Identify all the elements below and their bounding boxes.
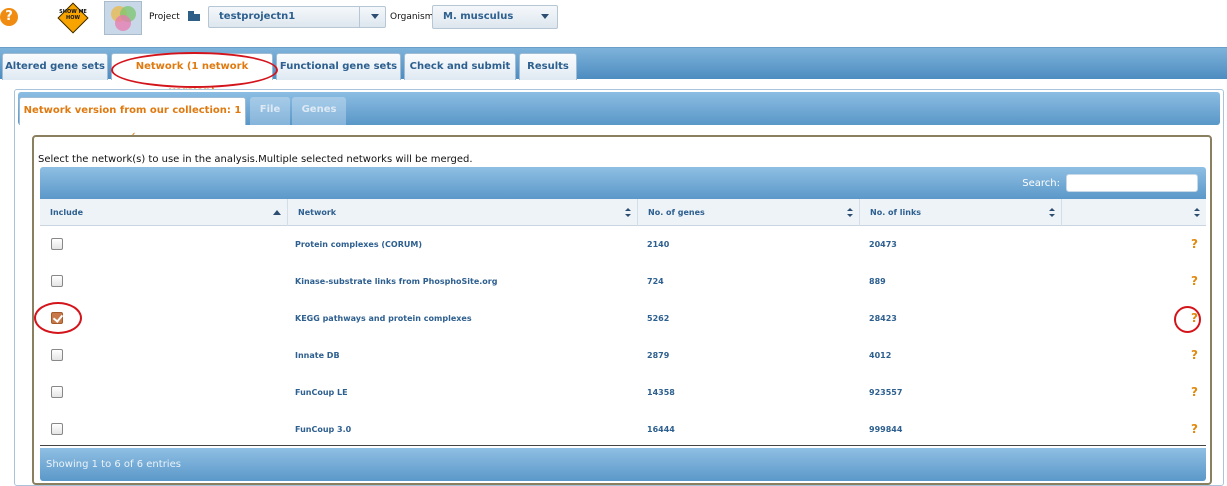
network-panel: Network version from our collection: 1 ✓… <box>14 89 1224 486</box>
table-row: KEGG pathways and protein complexes 5262… <box>40 300 1206 337</box>
include-checkbox-checked[interactable] <box>51 312 63 324</box>
help-question-icon[interactable]: ? <box>1191 300 1198 337</box>
project-value: testprojectn1 <box>219 11 296 22</box>
network-name[interactable]: KEGG pathways and protein complexes <box>295 300 472 337</box>
link-count: 889 <box>869 277 886 286</box>
column-header-links[interactable]: No. of links <box>860 199 1062 226</box>
gene-count: 724 <box>647 277 664 286</box>
header: ? SHOW ME HOW Project testprojectn1 Orga… <box>0 0 1227 40</box>
search-input[interactable] <box>1066 174 1198 192</box>
table-header: Include Network No. of genes No. of link… <box>40 199 1206 226</box>
folder-icon <box>188 11 200 21</box>
organism-select[interactable]: M. musculus <box>432 5 558 29</box>
network-name[interactable]: Kinase-substrate links from PhosphoSite.… <box>295 263 497 300</box>
tab-check-and-submit[interactable]: Check and submit <box>404 53 516 80</box>
table-row: Protein complexes (CORUM) 2140 20473 ? <box>40 226 1206 263</box>
subtab-network-collection[interactable]: Network version from our collection: 1 ✓ <box>19 97 246 142</box>
network-selection-box: Select the network(s) to use in the anal… <box>32 135 1212 485</box>
column-header-label: Network <box>298 208 337 217</box>
include-checkbox[interactable] <box>51 238 63 250</box>
table-row: FunCoup LE 14358 923557 ? <box>40 374 1206 411</box>
tab-functional-gene-sets[interactable]: Functional gene sets <box>276 53 401 80</box>
subtab-file[interactable]: File <box>250 97 290 125</box>
column-header-label: No. of genes <box>648 208 705 217</box>
sort-icon <box>847 208 853 218</box>
organism-label: Organism <box>390 12 434 22</box>
gene-count: 14358 <box>647 388 675 397</box>
table-row: Innate DB 2879 4012 ? <box>40 337 1206 374</box>
column-header-label: No. of links <box>870 208 922 217</box>
chevron-down-icon <box>541 14 549 19</box>
entries-info: Showing 1 to 6 of 6 entries <box>46 459 181 470</box>
column-header-network[interactable]: Network <box>288 199 638 226</box>
link-count: 999844 <box>869 425 903 434</box>
column-header-include[interactable]: Include <box>40 199 288 226</box>
sort-ascending-icon <box>273 210 281 215</box>
column-header-help[interactable] <box>1062 199 1206 226</box>
sort-icon <box>625 208 631 218</box>
include-checkbox[interactable] <box>51 275 63 287</box>
help-question-icon[interactable]: ? <box>1191 374 1198 411</box>
network-name[interactable]: FunCoup 3.0 <box>295 411 351 448</box>
show-me-how-logo[interactable]: SHOW ME HOW <box>57 2 89 34</box>
help-question-icon[interactable]: ? <box>1191 226 1198 263</box>
venn-circle-icon <box>115 15 131 31</box>
column-header-label: Include <box>50 208 84 217</box>
subtab-genes[interactable]: Genes <box>292 97 346 125</box>
venn-logo-icon <box>104 1 142 35</box>
include-checkbox[interactable] <box>51 349 63 361</box>
sort-icon <box>1194 208 1200 218</box>
logo-text: SHOW ME HOW <box>59 9 87 21</box>
link-count: 4012 <box>869 351 892 360</box>
network-name[interactable]: Protein complexes (CORUM) <box>295 226 422 263</box>
table-toolbar: Search: <box>40 167 1206 199</box>
sort-icon <box>1049 208 1055 218</box>
gene-count: 16444 <box>647 425 675 434</box>
tab-network[interactable]: Network (1 network version) <box>111 53 273 97</box>
help-question-icon[interactable]: ? <box>1191 411 1198 448</box>
help-question-icon[interactable]: ? <box>1191 337 1198 374</box>
gene-count: 2140 <box>647 240 670 249</box>
table-row: Kinase-substrate links from PhosphoSite.… <box>40 263 1206 300</box>
link-count: 923557 <box>869 388 903 397</box>
select-divider <box>359 7 360 27</box>
project-select[interactable]: testprojectn1 <box>208 6 386 28</box>
help-icon[interactable]: ? <box>0 8 18 26</box>
search-label: Search: <box>1022 178 1060 189</box>
gene-count: 2879 <box>647 351 670 360</box>
help-question-icon[interactable]: ? <box>1191 263 1198 300</box>
network-name[interactable]: FunCoup LE <box>295 374 348 411</box>
link-count: 20473 <box>869 240 897 249</box>
instructions-text: Select the network(s) to use in the anal… <box>38 154 473 165</box>
page: ? SHOW ME HOW Project testprojectn1 Orga… <box>0 0 1227 486</box>
table-row: FunCoup 3.0 16444 999844 ? <box>40 411 1206 448</box>
chevron-down-icon <box>371 14 379 19</box>
tab-altered-gene-sets[interactable]: Altered gene sets <box>2 53 108 80</box>
column-header-genes[interactable]: No. of genes <box>638 199 860 226</box>
include-checkbox[interactable] <box>51 386 63 398</box>
gene-count: 5262 <box>647 314 670 323</box>
sub-tabs-bar: Network version from our collection: 1 ✓… <box>18 92 1220 142</box>
organism-value: M. musculus <box>443 11 514 22</box>
main-tabs-bar: Altered gene sets Network (1 network ver… <box>0 47 1227 97</box>
network-name[interactable]: Innate DB <box>295 337 340 374</box>
link-count: 28423 <box>869 314 897 323</box>
include-checkbox[interactable] <box>51 423 63 435</box>
project-label: Project <box>149 12 180 22</box>
tab-results[interactable]: Results <box>519 53 577 80</box>
table-footer: Showing 1 to 6 of 6 entries <box>40 448 1206 481</box>
network-table-body: Protein complexes (CORUM) 2140 20473 ? K… <box>40 226 1206 446</box>
